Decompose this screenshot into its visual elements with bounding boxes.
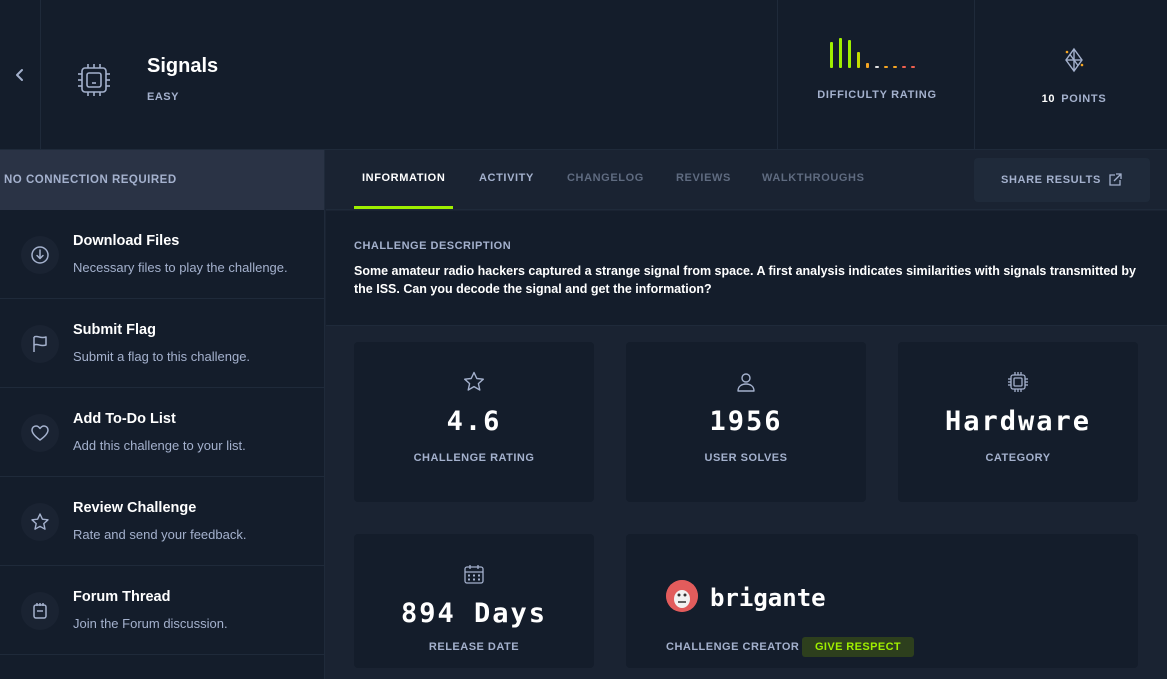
connection-status: NO CONNECTION REQUIRED: [0, 150, 324, 210]
action-title: Forum Thread: [73, 589, 171, 605]
share-results-label: SHARE RESULTS: [1001, 174, 1101, 186]
release-date-value: 894 Days: [400, 598, 548, 629]
review-challenge-action[interactable]: Review Challenge Rate and send your feed…: [0, 477, 324, 566]
action-title: Download Files: [73, 233, 180, 249]
forum-icon: [21, 592, 59, 630]
download-files-action[interactable]: Download Files Necessary files to play t…: [0, 210, 324, 299]
star-icon: [21, 503, 59, 541]
action-sidebar: NO CONNECTION REQUIRED Download Files Ne…: [0, 150, 325, 679]
challenge-creator-card: brigante CHALLENGE CREATOR GIVE RESPECT: [626, 534, 1138, 668]
difficulty-bars-graphic: [830, 38, 915, 68]
difficulty-bar: [875, 66, 879, 68]
external-link-icon: [1109, 173, 1122, 186]
download-icon: [21, 236, 59, 274]
points-value: 10: [1041, 93, 1056, 105]
action-subtitle: Rate and send your feedback.: [73, 527, 247, 542]
release-date-card: 894 Days RELEASE DATE: [354, 534, 594, 668]
flag-icon: [21, 325, 59, 363]
difficulty-bar: [848, 40, 851, 68]
creator-label: CHALLENGE CREATOR: [666, 641, 800, 653]
action-subtitle: Submit a flag to this challenge.: [73, 349, 251, 364]
tab-walkthroughs[interactable]: WALKTHROUGHS: [762, 172, 865, 184]
difficulty-bar: [902, 66, 906, 68]
difficulty-bar: [866, 63, 869, 68]
action-subtitle: Add this challenge to your list.: [73, 438, 246, 453]
creator-name[interactable]: brigante: [710, 584, 826, 612]
category-card: Hardware CATEGORY: [898, 342, 1138, 502]
difficulty-bar: [839, 38, 842, 68]
user-solves-card: 1956 USER SOLVES: [626, 342, 866, 502]
challenge-rating-label: CHALLENGE RATING: [413, 452, 535, 464]
challenge-description: CHALLENGE DESCRIPTION Some amateur radio…: [326, 211, 1167, 326]
challenge-tabs: INFORMATION ACTIVITY CHANGELOG REVIEWS W…: [326, 150, 1167, 210]
difficulty-rating: DIFFICULTY RATING: [777, 0, 975, 150]
points-unit: POINTS: [1061, 93, 1107, 105]
difficulty-level: EASY: [147, 91, 179, 103]
category-label: CATEGORY: [985, 452, 1051, 464]
action-title: Add To-Do List: [73, 411, 176, 427]
user-solves-value: 1956: [709, 406, 783, 437]
tab-activity[interactable]: ACTIVITY: [479, 172, 534, 184]
difficulty-bar: [830, 42, 833, 68]
user-icon: [737, 373, 755, 392]
active-tab-indicator: [354, 206, 453, 209]
challenge-rating-value: 4.6: [446, 406, 502, 437]
tab-reviews[interactable]: REVIEWS: [676, 172, 731, 184]
release-date-label: RELEASE DATE: [428, 641, 520, 653]
difficulty-bar: [857, 52, 860, 68]
hardware-chip-icon: [1008, 372, 1028, 392]
hardware-chip-icon: [78, 64, 110, 96]
action-title: Submit Flag: [73, 322, 156, 338]
tab-information[interactable]: INFORMATION: [362, 172, 445, 184]
add-todo-action[interactable]: Add To-Do List Add this challenge to you…: [0, 388, 324, 477]
difficulty-bar: [911, 66, 915, 68]
category-value: Hardware: [944, 406, 1092, 437]
back-button[interactable]: [0, 0, 41, 150]
star-icon: [464, 371, 484, 391]
challenge-title: Signals: [147, 55, 219, 77]
description-heading: CHALLENGE DESCRIPTION: [354, 240, 512, 252]
action-title: Review Challenge: [73, 500, 197, 516]
difficulty-bar: [893, 66, 897, 68]
description-text: Some amateur radio hackers captured a st…: [354, 264, 1136, 296]
points-label: 10 POINTS: [976, 93, 1167, 105]
challenge-rating-card: 4.6 CHALLENGE RATING: [354, 342, 594, 502]
calendar-icon: [464, 565, 484, 584]
difficulty-bar: [884, 66, 888, 68]
action-subtitle: Necessary files to play the challenge.: [73, 260, 288, 275]
heart-icon: [21, 414, 59, 452]
points-diamond-icon: [1065, 47, 1084, 73]
give-respect-button[interactable]: GIVE RESPECT: [802, 637, 914, 657]
chevron-left-icon: [16, 69, 23, 81]
points-display: 10 POINTS: [976, 0, 1167, 150]
challenge-header: Signals EASY DIFFICULTY RATING 10 POINTS: [0, 0, 1167, 150]
difficulty-rating-label: DIFFICULTY RATING: [817, 89, 937, 101]
forum-thread-action[interactable]: Forum Thread Join the Forum discussion.: [0, 566, 324, 655]
avatar[interactable]: [666, 580, 698, 612]
share-results-button[interactable]: SHARE RESULTS: [974, 158, 1150, 202]
user-solves-label: USER SOLVES: [704, 452, 788, 464]
submit-flag-action[interactable]: Submit Flag Submit a flag to this challe…: [0, 299, 324, 388]
tab-changelog[interactable]: CHANGELOG: [567, 172, 644, 184]
action-subtitle: Join the Forum discussion.: [73, 616, 228, 631]
